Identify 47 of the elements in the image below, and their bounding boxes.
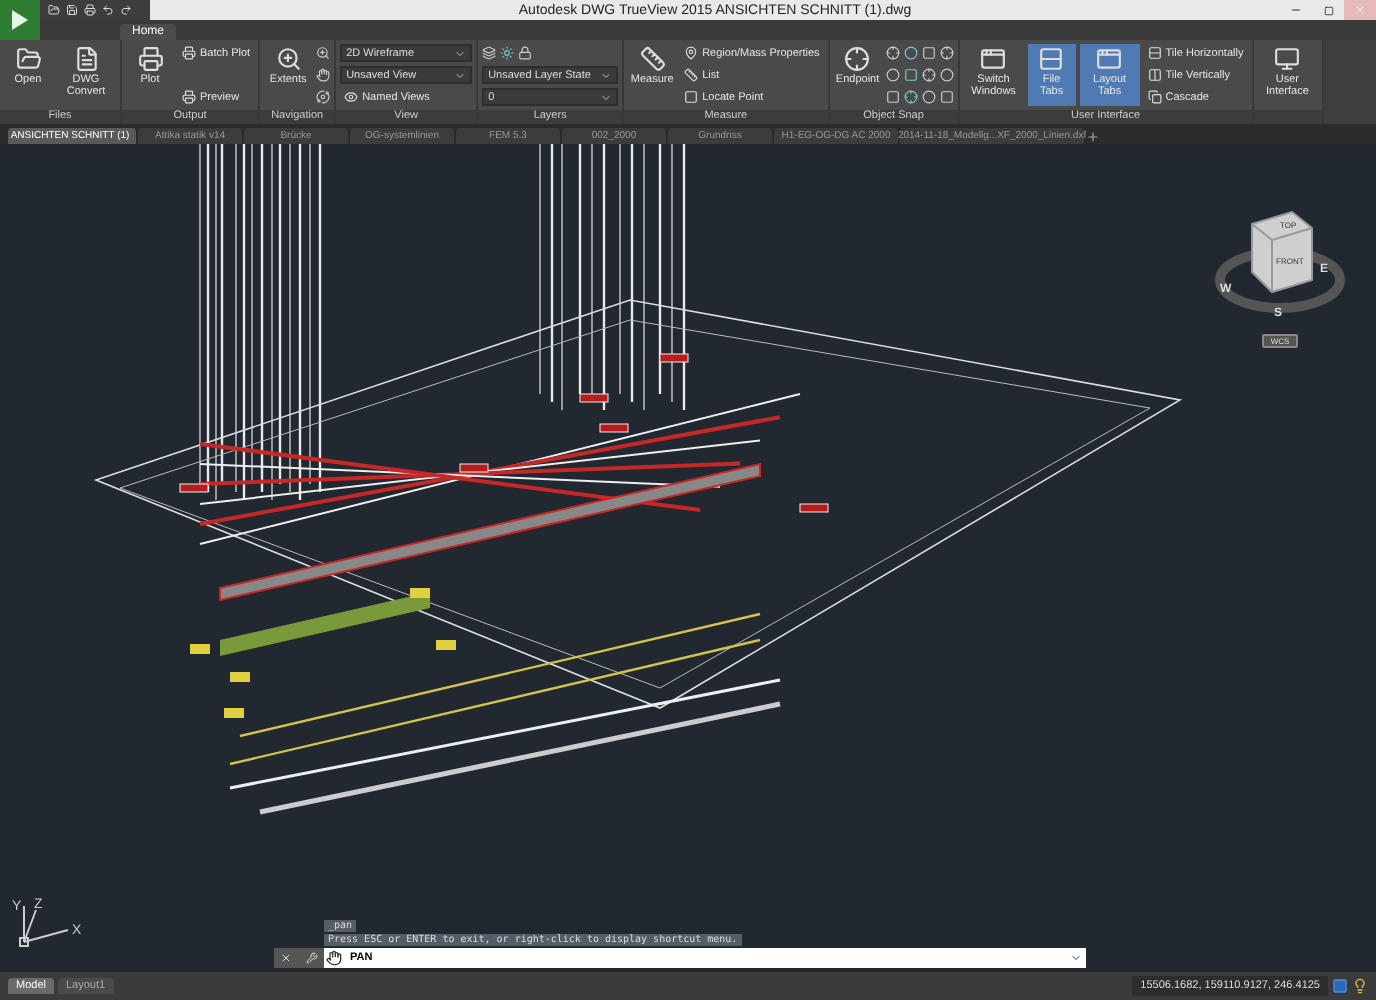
ucs-axes-icon	[19, 905, 69, 947]
hand-icon	[324, 948, 344, 968]
tool-icon	[182, 46, 196, 60]
tool-icon[interactable]	[518, 46, 533, 60]
toolbar-icon[interactable]	[84, 4, 96, 16]
tool-icon[interactable]	[500, 46, 515, 60]
lightbulb-icon[interactable]	[1352, 978, 1368, 994]
close-icon[interactable]	[280, 952, 293, 964]
tool-icon	[684, 46, 699, 60]
status-icon[interactable]	[1332, 978, 1348, 994]
close-icon	[1354, 4, 1366, 16]
tool-icon	[1038, 46, 1065, 72]
tool-icon	[15, 46, 41, 72]
tool-icon[interactable]	[903, 90, 918, 104]
view-cube-drawing[interactable]	[1251, 210, 1313, 294]
wrench-icon[interactable]	[305, 952, 318, 964]
play-icon	[10, 8, 30, 32]
tool-icon	[275, 46, 302, 72]
tool-icon	[73, 46, 99, 72]
tool-icon	[980, 46, 1007, 72]
tool-icon[interactable]	[939, 46, 954, 60]
tool-icon	[844, 46, 871, 72]
toolbar-icon[interactable]	[102, 4, 114, 16]
restore-icon	[1323, 5, 1333, 15]
new-tab-icon[interactable]	[1086, 130, 1100, 144]
toolbar-icon[interactable]	[120, 4, 132, 16]
tool-icon	[684, 90, 699, 104]
minimize-icon	[1290, 4, 1302, 16]
tool-icon[interactable]	[921, 68, 936, 82]
app-menu-button[interactable]	[0, 0, 40, 40]
tool-icon[interactable]	[316, 90, 331, 104]
tool-icon	[182, 90, 196, 104]
tool-icon	[1147, 46, 1162, 60]
tool-icon	[344, 90, 359, 104]
toolbar-icon[interactable]	[66, 4, 78, 16]
tool-icon	[1096, 46, 1123, 72]
tool-icon	[1274, 46, 1301, 72]
tool-icon	[137, 46, 163, 72]
tool-icon[interactable]	[316, 46, 331, 60]
tool-icon[interactable]	[885, 46, 900, 60]
tool-icon	[1147, 90, 1162, 104]
tool-icon	[1147, 68, 1162, 82]
tool-icon[interactable]	[316, 68, 331, 82]
tool-icon	[639, 46, 666, 72]
tool-icon	[684, 68, 699, 82]
tool-icon[interactable]	[482, 46, 497, 60]
toolbar-icon[interactable]	[48, 4, 60, 16]
